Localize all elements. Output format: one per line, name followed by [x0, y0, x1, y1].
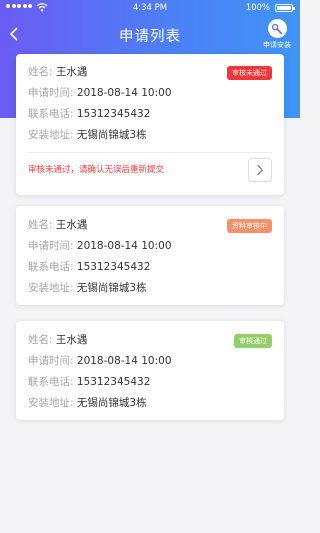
resubmit-button[interactable] [248, 158, 272, 182]
address-row: 安装地址: 无锡尚锦城3栋 [28, 280, 147, 295]
application-card[interactable]: 姓名: 王水遇 申请时间: 2018-08-14 10:00 联系电话: 153… [16, 206, 284, 305]
time-row: 申请时间: 2018-08-14 10:00 [28, 85, 172, 100]
phone-row: 联系电话: 15312345432 [28, 259, 150, 274]
phone-label: 联系电话: [28, 108, 74, 120]
apply-install-label: 申请安装 [263, 41, 291, 49]
status-badge-reviewing: 资料审核中 [227, 219, 272, 233]
time-row: 申请时间: 2018-08-14 10:00 [28, 238, 172, 253]
address-label: 安装地址: [28, 129, 74, 141]
phone-row: 联系电话: 15312345432 [28, 374, 150, 389]
name-row: 姓名: 王水遇 [28, 64, 87, 79]
phone-value: 15312345432 [76, 261, 151, 273]
phone-label: 联系电话: [28, 376, 74, 388]
time-label: 申请时间: [28, 87, 74, 99]
divider [28, 152, 272, 153]
address-value: 无锡尚锦城3栋 [76, 397, 147, 409]
status-bar: 4:34 PM 100% [0, 0, 300, 18]
phone-row: 联系电话: 15312345432 [28, 106, 150, 121]
address-value: 无锡尚锦城3栋 [76, 129, 147, 141]
address-row: 安装地址: 无锡尚锦城3栋 [28, 395, 147, 410]
address-label: 安装地址: [28, 397, 74, 409]
time-value: 2018-08-14 10:00 [76, 355, 172, 367]
apply-icon-circle [267, 19, 287, 38]
address-row: 安装地址: 无锡尚锦城3栋 [28, 127, 147, 142]
application-card[interactable]: 姓名: 王水遇 申请时间: 2018-08-14 10:00 联系电话: 153… [16, 321, 284, 420]
name-value: 王水遇 [55, 334, 88, 346]
phone-value: 15312345432 [76, 376, 151, 388]
wrench-icon [271, 23, 283, 34]
page-title: 申请列表 [119, 29, 181, 45]
address-value: 无锡尚锦城3栋 [76, 282, 147, 294]
time-row: 申请时间: 2018-08-14 10:00 [28, 353, 172, 368]
application-card[interactable]: 姓名: 王水遇 申请时间: 2018-08-14 10:00 联系电话: 153… [16, 54, 284, 195]
nav-bar: 申请列表 申请安装 [0, 18, 300, 52]
name-label: 姓名: [28, 66, 53, 78]
name-value: 王水遇 [55, 66, 88, 78]
battery-percent: 100% [245, 3, 270, 13]
time-value: 2018-08-14 10:00 [76, 240, 172, 252]
name-label: 姓名: [28, 334, 53, 346]
phone-label: 联系电话: [28, 261, 74, 273]
phone-value: 15312345432 [76, 108, 151, 120]
name-value: 王水遇 [55, 219, 88, 231]
apply-install-button[interactable]: 申请安装 [260, 19, 294, 50]
battery-icon [275, 4, 295, 12]
time-value: 2018-08-14 10:00 [76, 87, 172, 99]
address-label: 安装地址: [28, 282, 74, 294]
name-row: 姓名: 王水遇 [28, 332, 87, 347]
name-label: 姓名: [28, 219, 53, 231]
rejection-message: 审核未通过，请确认无误后重新提交 [28, 165, 165, 175]
time-label: 申请时间: [28, 355, 74, 367]
status-badge-approved: 审核通过 [234, 334, 272, 348]
chevron-right-icon [257, 164, 263, 176]
status-badge-rejected: 审核未通过 [227, 66, 272, 80]
name-row: 姓名: 王水遇 [28, 217, 87, 232]
time-label: 申请时间: [28, 240, 74, 252]
